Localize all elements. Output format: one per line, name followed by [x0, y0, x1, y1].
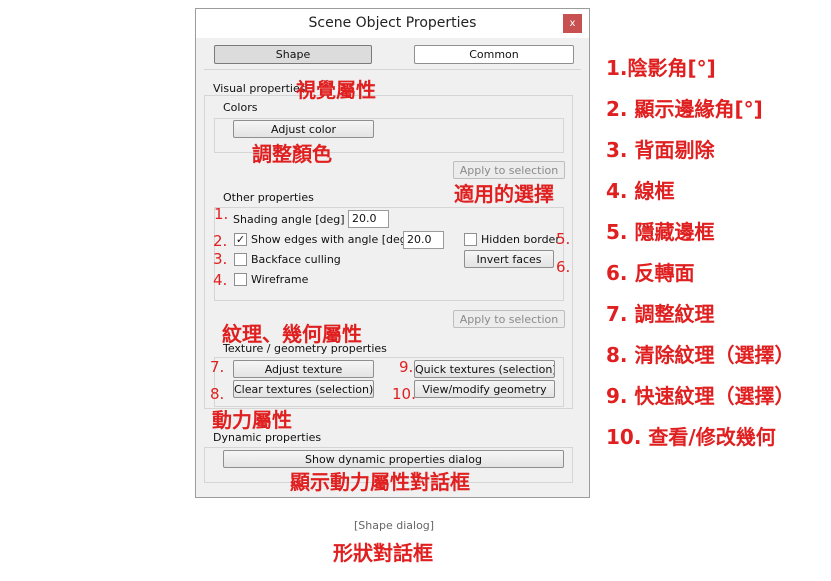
annotation-adjust-color: 調整顏色 — [252, 142, 332, 166]
view-modify-geometry-button[interactable]: View/modify geometry — [414, 380, 555, 398]
dialog-title: Scene Object Properties — [308, 15, 477, 31]
annotation-dynamic: 動力屬性 — [212, 408, 292, 432]
annotation-number-1: 1. — [214, 205, 229, 223]
legend-item-7: 7. 調整紋理 — [606, 302, 715, 326]
annotation-number-3: 3. — [213, 250, 228, 268]
caption-chinese: 形狀對話框 — [333, 541, 433, 565]
annotation-number-5: 5. — [556, 230, 571, 248]
other-properties-label: Other properties — [223, 191, 314, 204]
adjust-texture-button[interactable]: Adjust texture — [233, 360, 374, 378]
annotation-number-10: 10. — [392, 385, 416, 403]
annotation-number-4: 4. — [213, 271, 228, 289]
annotation-number-2: 2. — [213, 232, 228, 250]
shading-angle-input[interactable]: 20.0 — [348, 210, 389, 228]
tab-divider — [204, 69, 581, 70]
wireframe-label: Wireframe — [251, 273, 309, 286]
quick-textures-button[interactable]: Quick textures (selection) — [414, 360, 555, 378]
apply-to-selection-button-2[interactable]: Apply to selection — [453, 310, 565, 328]
legend-item-4: 4. 線框 — [606, 179, 675, 203]
annotation-texture-geometry: 紋理、幾何屬性 — [222, 322, 362, 346]
legend-item-5: 5. 隱藏邊框 — [606, 220, 715, 244]
backface-culling-checkbox[interactable] — [234, 253, 247, 266]
annotation-show-dynamic: 顯示動力屬性對話框 — [290, 470, 470, 494]
clear-textures-button[interactable]: Clear textures (selection) — [233, 380, 374, 398]
caption-english: [Shape dialog] — [354, 519, 435, 532]
annotation-visual: 視覺屬性 — [296, 78, 376, 102]
hidden-border-checkbox[interactable] — [464, 233, 477, 246]
annotation-number-8: 8. — [210, 385, 225, 403]
invert-faces-button[interactable]: Invert faces — [464, 250, 554, 268]
annotation-number-9: 9. — [399, 358, 414, 376]
hidden-border-label: Hidden border — [481, 233, 560, 246]
legend-item-10: 10. 查看/修改幾何 — [606, 425, 776, 449]
shading-angle-label: Shading angle [deg] — [233, 213, 345, 226]
tab-shape[interactable]: Shape — [214, 45, 372, 64]
title-bar[interactable]: Scene Object Properties x — [196, 9, 589, 38]
annotation-number-7: 7. — [210, 358, 225, 376]
close-button[interactable]: x — [563, 14, 582, 33]
legend-item-9: 9. 快速紋理（選擇） — [606, 384, 795, 408]
wireframe-checkbox[interactable] — [234, 273, 247, 286]
annotation-apply-selection: 適用的選擇 — [454, 182, 554, 206]
adjust-color-button[interactable]: Adjust color — [233, 120, 374, 138]
legend-item-2: 2. 顯示邊緣角[°] — [606, 97, 763, 121]
legend-item-1: 1.陰影角[°] — [606, 56, 716, 80]
legend-item-6: 6. 反轉面 — [606, 261, 695, 285]
backface-culling-label: Backface culling — [251, 253, 341, 266]
show-edges-label: Show edges with angle [deg] — [251, 233, 412, 246]
colors-group-label: Colors — [223, 101, 258, 114]
visual-properties-label: Visual properties — [213, 82, 306, 95]
apply-to-selection-button[interactable]: Apply to selection — [453, 161, 565, 179]
show-edges-angle-input[interactable]: 20.0 — [403, 231, 444, 249]
legend-item-3: 3. 背面剔除 — [606, 138, 715, 162]
tab-common[interactable]: Common — [414, 45, 574, 64]
legend-item-8: 8. 清除紋理（選擇） — [606, 343, 795, 367]
show-edges-checkbox[interactable]: ✓ — [234, 233, 247, 246]
annotation-number-6: 6. — [556, 258, 571, 276]
